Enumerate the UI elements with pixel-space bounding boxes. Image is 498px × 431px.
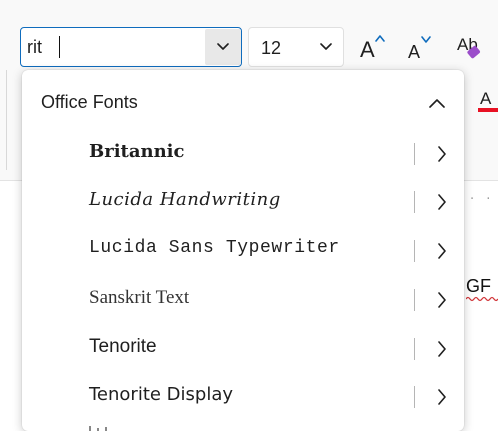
font-item-tenorite-display[interactable]: Tenorite Display	[22, 373, 464, 421]
font-variants-button[interactable]	[430, 335, 454, 363]
font-item-label: Sanskrit Text	[89, 287, 190, 308]
row-divider	[414, 240, 415, 262]
chevron-up-icon	[429, 99, 445, 108]
increase-font-size-icon: A	[360, 35, 385, 62]
font-dropdown-list: Office Fonts Britannic Lucida Handwritin…	[22, 70, 464, 431]
row-divider	[414, 338, 415, 360]
chevron-right-icon	[438, 194, 446, 210]
font-variants-button[interactable]	[430, 140, 454, 168]
shrink-font-button[interactable]: A	[402, 29, 438, 65]
chevron-down-icon	[217, 43, 229, 50]
font-size-value[interactable]: 12	[261, 38, 281, 59]
svg-text:A: A	[480, 89, 492, 108]
text-caret	[59, 36, 60, 58]
row-divider	[414, 143, 415, 165]
chevron-right-icon	[438, 341, 446, 357]
font-color-button[interactable]: A	[476, 80, 498, 120]
font-name-combobox[interactable]	[20, 27, 242, 67]
svg-text:A: A	[360, 37, 375, 62]
chevron-down-icon	[320, 43, 332, 50]
dropdown-section-header[interactable]: Office Fonts	[22, 80, 464, 124]
font-item-sanskrit-text[interactable]: Sanskrit Text	[22, 276, 464, 324]
row-divider	[414, 289, 415, 311]
decrease-font-size-icon: A	[408, 36, 431, 62]
font-variants-button[interactable]	[430, 383, 454, 411]
font-item-lucida-handwriting[interactable]: Lucida Handwriting	[22, 178, 464, 226]
chevron-right-icon	[438, 292, 446, 308]
font-item-label: Tenorite Display	[89, 384, 234, 405]
collapse-section-button[interactable]	[424, 90, 450, 116]
font-name-input[interactable]	[27, 35, 187, 59]
font-color-icon: A	[478, 89, 498, 112]
chevron-right-icon	[438, 389, 446, 405]
font-variants-button[interactable]	[430, 237, 454, 265]
ruler-marks: · ·	[470, 192, 495, 207]
font-variants-button[interactable]	[430, 188, 454, 216]
next-font-item-cutoff	[89, 426, 107, 431]
clear-formatting-button[interactable]: Ab	[452, 29, 488, 65]
spelling-squiggle	[466, 296, 498, 302]
clear-formatting-icon: Ab	[457, 35, 480, 59]
grow-font-button[interactable]: A	[356, 29, 392, 65]
section-title: Office Fonts	[41, 92, 138, 112]
font-item-label: Lucida Sans Typewriter	[89, 238, 340, 258]
row-divider	[414, 191, 415, 213]
font-item-label: Lucida Handwriting	[89, 189, 281, 210]
font-size-dropdown-button[interactable]	[311, 29, 341, 65]
font-item-lucida-sans-typewriter[interactable]: Lucida Sans Typewriter	[22, 227, 464, 275]
chevron-right-icon	[438, 243, 446, 259]
font-item-label: Britannic	[89, 141, 185, 162]
font-size-combobox[interactable]: 12	[248, 27, 344, 67]
font-item-tenorite[interactable]: Tenorite	[22, 325, 464, 373]
font-variants-button[interactable]	[430, 286, 454, 314]
svg-text:A: A	[408, 42, 420, 62]
font-item-label: Tenorite	[89, 336, 157, 357]
row-divider	[414, 386, 415, 408]
font-item-britannic[interactable]: Britannic	[22, 130, 464, 178]
chevron-right-icon	[438, 146, 446, 162]
group-separator	[6, 70, 7, 170]
document-text: GF	[466, 276, 491, 296]
font-name-dropdown-button[interactable]	[205, 29, 241, 65]
